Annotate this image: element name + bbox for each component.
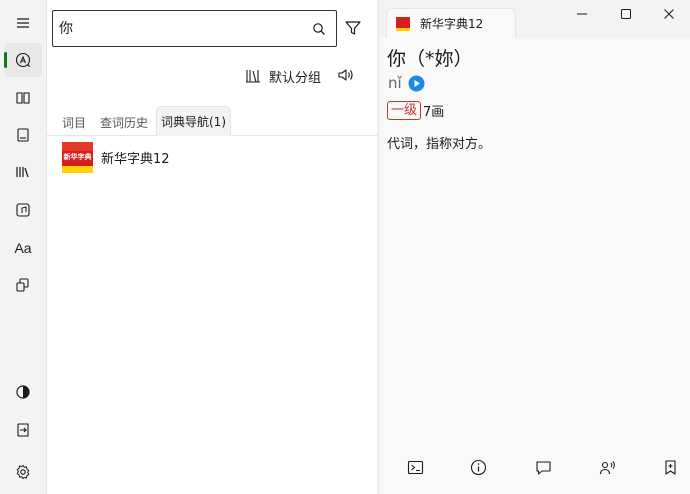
group-selector[interactable]: 默认分组 bbox=[245, 66, 321, 86]
clipboard-icon bbox=[16, 278, 29, 292]
gear-icon bbox=[16, 464, 30, 480]
dictionary-tab-logo bbox=[396, 16, 410, 31]
minimize-button[interactable] bbox=[572, 6, 592, 22]
hamburger-icon bbox=[17, 18, 29, 28]
dictionary-logo-text: 新华字典 bbox=[63, 152, 92, 161]
play-audio-icon[interactable] bbox=[408, 75, 425, 92]
entry-panel: 新华字典12 你（*妳） nǐ 一级 7画 代词，指称对方。 bbox=[378, 0, 690, 494]
headword: 你（*妳） bbox=[387, 48, 473, 70]
close-icon bbox=[664, 9, 674, 19]
notebook-icon bbox=[17, 128, 29, 142]
dictionary-logo: 新华字典 bbox=[62, 141, 93, 173]
contrast-icon bbox=[16, 385, 30, 399]
import-icon bbox=[17, 423, 29, 437]
minimize-icon bbox=[577, 13, 587, 15]
books-icon bbox=[246, 70, 260, 83]
nav-search-button[interactable] bbox=[4, 43, 42, 77]
nav-book-button[interactable] bbox=[4, 81, 42, 115]
info-icon[interactable] bbox=[470, 459, 487, 476]
title-bar: 新华字典12 bbox=[379, 0, 690, 38]
search-dictionary-icon bbox=[15, 52, 31, 68]
dictionary-tab[interactable]: 新华字典12 bbox=[386, 8, 516, 38]
import-button[interactable] bbox=[4, 413, 42, 447]
bookmark-icon[interactable] bbox=[662, 459, 679, 476]
level-row: 一级 7画 bbox=[387, 101, 444, 120]
nav-rail: Aa bbox=[0, 0, 46, 494]
search-panel: 默认分组 词目 查词历史 词典导航(1) 新华字典 新华字典12 bbox=[46, 0, 378, 494]
nav-library-button[interactable] bbox=[4, 155, 42, 189]
dictionary-name: 新华字典12 bbox=[101, 151, 170, 167]
terminal-icon[interactable] bbox=[407, 459, 424, 476]
font-aa-icon: Aa bbox=[14, 240, 32, 256]
search-icon[interactable] bbox=[312, 22, 326, 36]
tab-dictionary-nav[interactable]: 词典导航(1) bbox=[156, 106, 231, 136]
settings-button[interactable] bbox=[4, 455, 42, 489]
maximize-icon bbox=[621, 9, 631, 19]
definition: 代词，指称对方。 bbox=[387, 137, 492, 152]
nav-music-button[interactable] bbox=[4, 193, 42, 227]
result-tabs: 词目 查词历史 词典导航(1) bbox=[47, 105, 378, 136]
maximize-button[interactable] bbox=[616, 6, 636, 22]
music-note-icon bbox=[16, 203, 30, 217]
open-book-icon bbox=[16, 92, 30, 104]
pinyin: nǐ bbox=[388, 74, 402, 92]
dictionary-list-item[interactable]: 新华字典 新华字典12 bbox=[62, 141, 170, 173]
stroke-count: 7画 bbox=[423, 105, 445, 120]
speaker-icon[interactable] bbox=[336, 66, 354, 84]
menu-button[interactable] bbox=[4, 6, 42, 40]
comment-icon[interactable] bbox=[535, 459, 552, 476]
filter-icon[interactable] bbox=[344, 19, 362, 37]
pinyin-row: nǐ bbox=[388, 74, 425, 92]
theme-button[interactable] bbox=[4, 375, 42, 409]
close-button[interactable] bbox=[659, 6, 679, 22]
search-input[interactable] bbox=[59, 17, 299, 39]
library-icon bbox=[16, 167, 29, 178]
dictionary-tab-label: 新华字典12 bbox=[420, 17, 484, 31]
nav-font-button[interactable]: Aa bbox=[4, 231, 42, 265]
search-box bbox=[52, 10, 337, 47]
tab-entries[interactable]: 词目 bbox=[57, 109, 91, 136]
nav-clipboard-button[interactable] bbox=[4, 268, 42, 302]
bottom-toolbar bbox=[379, 445, 690, 489]
nav-notebook-button[interactable] bbox=[4, 118, 42, 152]
read-aloud-icon[interactable] bbox=[599, 459, 616, 476]
tab-history[interactable]: 查词历史 bbox=[98, 109, 150, 136]
level-badge: 一级 bbox=[387, 101, 422, 120]
group-label: 默认分组 bbox=[269, 70, 322, 86]
